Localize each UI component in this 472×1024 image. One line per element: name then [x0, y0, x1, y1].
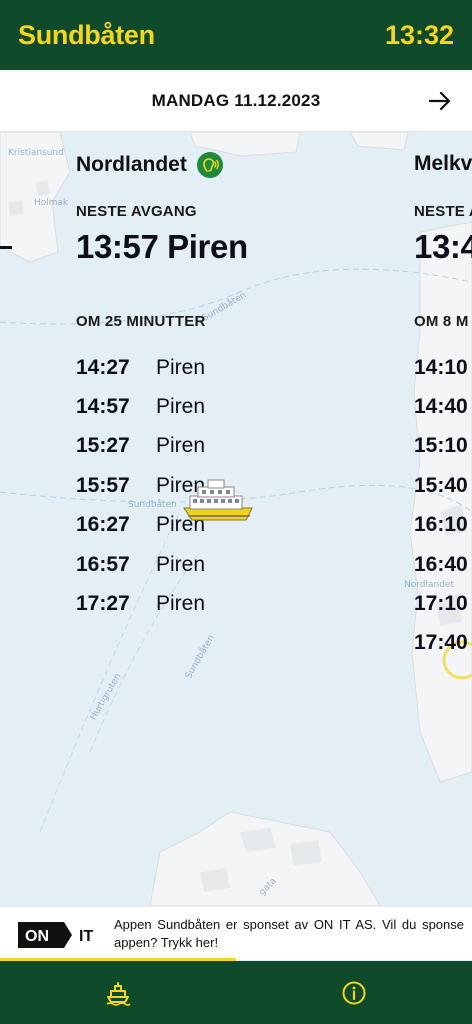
realtime-signal-icon — [196, 152, 223, 178]
info-icon — [342, 981, 366, 1004]
departure-time: 14:27 — [76, 355, 130, 379]
logo-it-text: IT — [79, 928, 93, 945]
departure-time: 17:27 — [76, 592, 130, 616]
departure-row: 16:10 — [414, 506, 472, 545]
departure-row: 16:40 — [414, 545, 472, 584]
map-label-holmak: Holmak — [34, 198, 69, 208]
app-header: Sundbåten 13:32 — [0, 0, 472, 70]
nav-info-tab[interactable] — [236, 961, 472, 1024]
departure-place: Piren — [156, 395, 206, 419]
clock: 13:32 — [384, 19, 454, 50]
next-departure-label: NESTE AVGANG — [76, 203, 197, 220]
route-header: Melkv — [414, 152, 472, 176]
departure-time: 15:27 — [76, 434, 130, 458]
date-label: MANDAG 11.12.2023 — [151, 90, 321, 110]
departure-row: 14:10 — [414, 348, 472, 387]
departure-time: 14:57 — [76, 395, 130, 419]
departure-time: 16:10 — [414, 513, 468, 537]
departure-row: 15:40 — [414, 466, 472, 505]
next-departure-time: 13:4 — [414, 228, 472, 265]
app-title: Sundbåten — [18, 19, 155, 50]
departure-row: 17:27 Piren — [76, 584, 205, 623]
departure-place: Piren — [156, 552, 206, 576]
prev-route-fragment — [0, 246, 12, 249]
departure-place: Piren — [156, 434, 206, 458]
departure-row: 14:27 Piren — [76, 348, 205, 387]
departure-row: 15:10 — [414, 427, 472, 466]
departure-time: 17:10 — [414, 592, 468, 616]
departure-row: 15:27 Piren — [76, 427, 205, 466]
departure-time: 15:10 — [414, 434, 468, 458]
departure-time: 15:40 — [414, 473, 468, 497]
departure-row: 17:40 — [414, 624, 472, 663]
next-departure-label: NESTE A — [414, 203, 472, 220]
route-header: Nordlandet — [76, 152, 223, 178]
departure-time: 14:10 — [414, 355, 468, 379]
departure-time: 15:57 — [76, 473, 130, 497]
bottom-nav — [0, 961, 472, 1024]
departure-row: 16:57 Piren — [76, 545, 205, 584]
arrow-right-icon[interactable] — [428, 89, 452, 113]
departure-row: 17:10 — [414, 584, 472, 623]
departure-time: 16:57 — [76, 552, 130, 576]
onit-logo: ON IT — [18, 922, 93, 948]
date-bar: MANDAG 11.12.2023 — [0, 70, 472, 132]
departure-list: 14:10 14:40 15:10 15:40 16:10 16:40 17:1… — [414, 348, 472, 663]
ferry-marker-icon[interactable] — [180, 478, 256, 528]
departure-place: Piren — [156, 592, 206, 616]
sponsor-text: Appen Sundbåten er sponset av ON IT AS. … — [114, 917, 464, 950]
departure-row: 14:40 — [414, 387, 472, 426]
next-departure-time: 13:57 Piren — [76, 228, 248, 265]
departure-place: Piren — [156, 355, 206, 379]
logo-on-text: ON — [25, 928, 49, 945]
minutes-until-label: OM 25 MINUTTER — [76, 313, 206, 330]
route-name: Melkv — [414, 152, 472, 175]
minutes-until-label: OM 8 M — [414, 313, 469, 330]
sponsor-banner[interactable]: ON IT Appen Sundbåten er sponset av ON I… — [0, 906, 472, 960]
departure-row: 14:57 Piren — [76, 387, 205, 426]
departure-time: 17:40 — [414, 631, 468, 655]
ferry-icon — [106, 981, 131, 1006]
route-name: Nordlandet — [76, 153, 187, 176]
departure-time: 16:40 — [414, 552, 468, 576]
departure-time: 14:40 — [414, 395, 468, 419]
nav-ferry-tab[interactable] — [0, 961, 236, 1024]
departure-time: 16:27 — [76, 513, 130, 537]
map-label-kristiansund: Kristiansund — [8, 148, 64, 158]
